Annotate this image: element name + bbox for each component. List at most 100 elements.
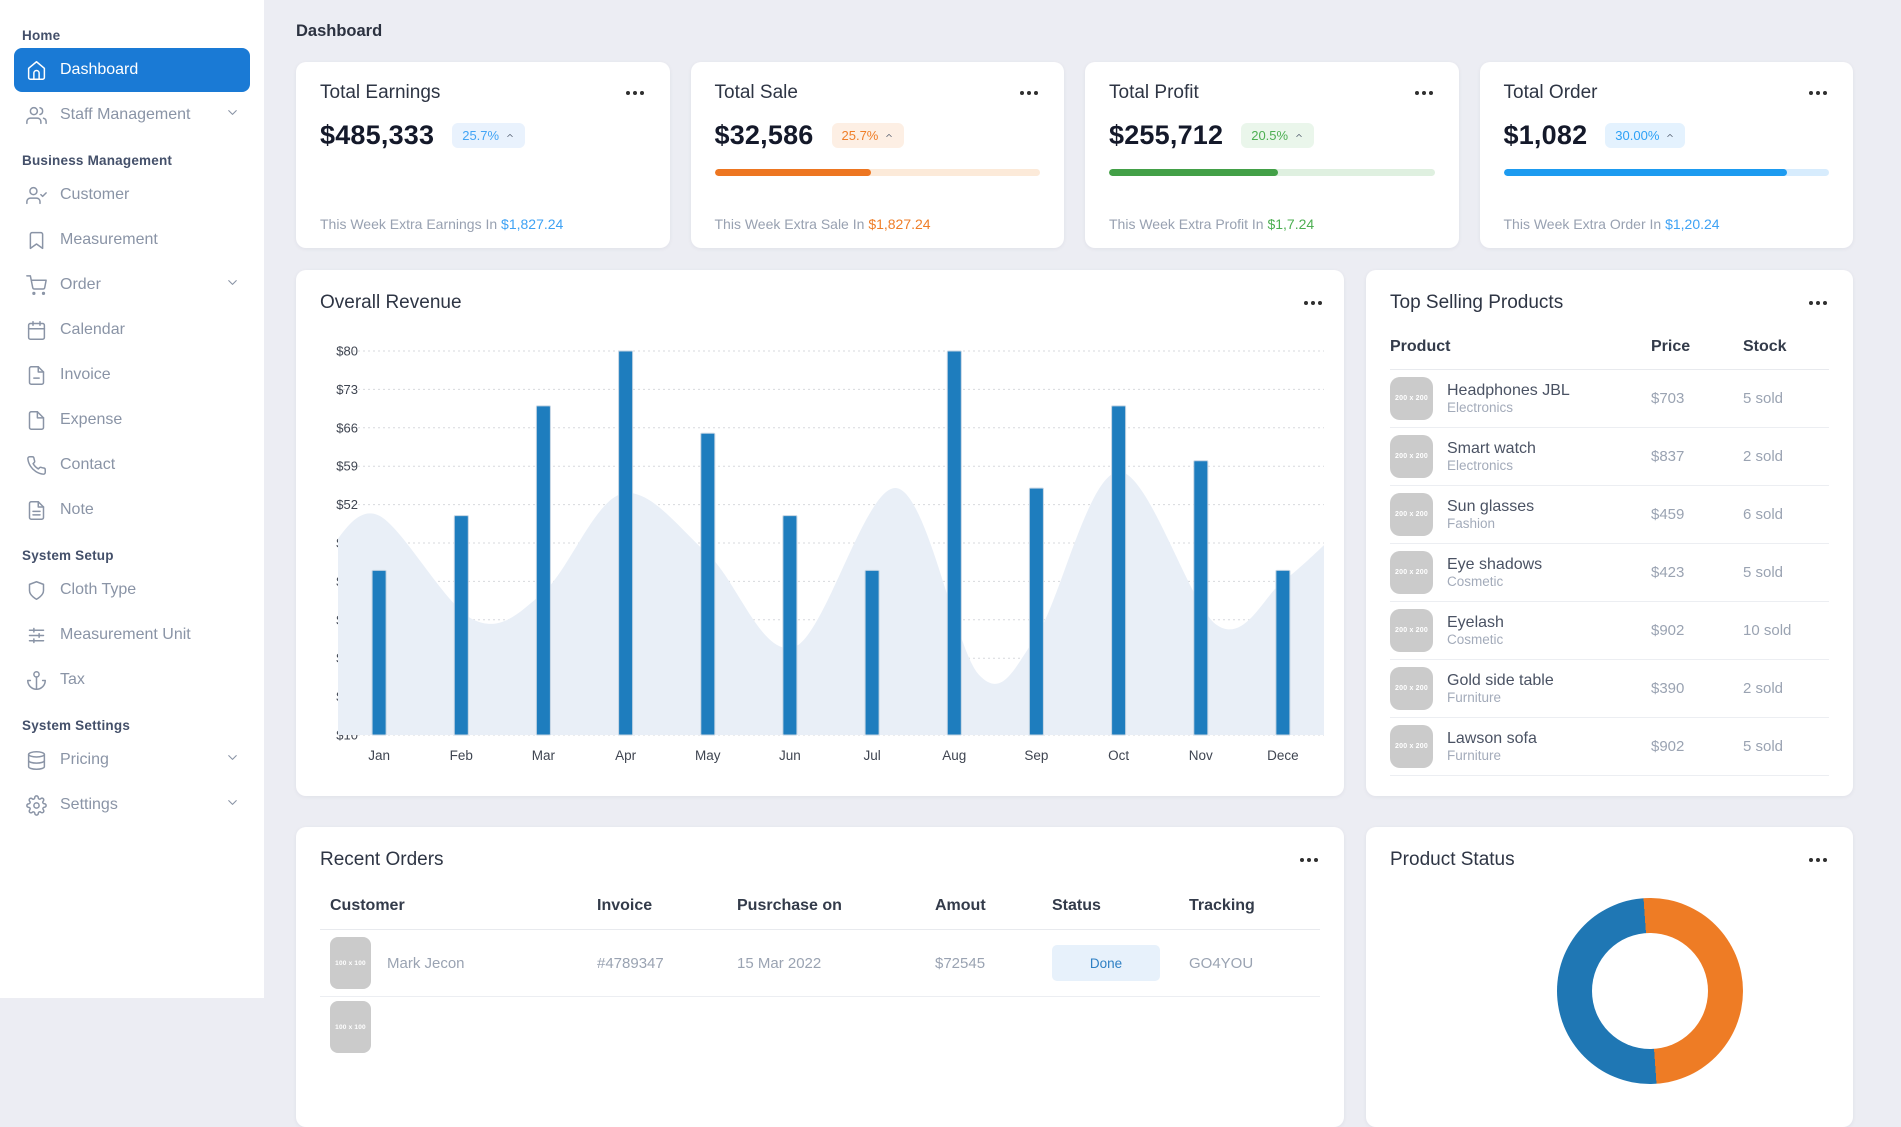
sidebar-item-label: Settings	[60, 796, 118, 813]
sidebar-item-expense[interactable]: Expense	[14, 398, 250, 442]
product-stock: 5 sold	[1743, 564, 1784, 581]
product-status-menu-icon[interactable]	[1807, 854, 1829, 866]
sidebar-item-staff-management[interactable]: Staff Management	[14, 93, 250, 137]
revenue-bar-may	[700, 432, 716, 736]
sidebar-item-measurement-unit[interactable]: Measurement Unit	[14, 613, 250, 657]
product-image-placeholder: 200 x 200	[1390, 377, 1433, 420]
users-icon	[26, 106, 47, 124]
stat-card-value: $485,333	[320, 120, 435, 150]
sidebar-item-cloth-type[interactable]: Cloth Type	[14, 568, 250, 612]
top-selling-products-card: Top Selling Products Product Price Stock…	[1366, 270, 1853, 796]
product-image-placeholder: 200 x 200	[1390, 493, 1433, 536]
sidebar-item-label: Invoice	[60, 366, 111, 383]
sidebar-item-settings[interactable]: Settings	[14, 783, 250, 827]
sidebar-item-invoice[interactable]: Invoice	[14, 353, 250, 397]
product-price: $902	[1651, 622, 1685, 639]
stat-card-progress-bar	[1503, 169, 1829, 176]
recent-orders-title: Recent Orders	[320, 849, 444, 870]
svg-text:Apr: Apr	[615, 748, 637, 763]
overall-revenue-menu-icon[interactable]	[1302, 297, 1324, 309]
page-title: Dashboard	[296, 22, 383, 40]
order-row-mark-jecon: 100 x 100 Mark Jecon #4789347 15 Mar 2022 $7…	[320, 930, 1320, 997]
col-customer: Customer	[330, 897, 405, 914]
product-price: $703	[1651, 390, 1685, 407]
product-price: $459	[1651, 506, 1685, 523]
stat-card-footer-amount: $1,20.24	[1665, 216, 1720, 232]
sidebar-item-order[interactable]: Order	[14, 263, 250, 307]
sidebar-item-dashboard[interactable]: Dashboard	[14, 48, 250, 92]
donut-hole	[1592, 933, 1708, 1049]
stat-card-menu-icon[interactable]	[624, 87, 646, 99]
product-category: Furniture	[1447, 690, 1502, 706]
svg-text:$59: $59	[336, 459, 358, 474]
chevron-up-icon	[886, 133, 893, 137]
stat-card-title: Total Earnings	[320, 82, 441, 103]
main-content: Dashboard Total Earnings $485,333 25.7% Thi…	[264, 0, 1901, 1127]
overall-revenue-title: Overall Revenue	[320, 292, 462, 313]
product-name: Sun glasses	[1447, 497, 1535, 515]
stat-card-menu-icon[interactable]	[1413, 87, 1435, 99]
product-price: $390	[1651, 680, 1685, 697]
revenue-bar-nov	[1193, 460, 1209, 736]
stat-card-menu-icon[interactable]	[1807, 87, 1829, 99]
order-customer: Mark Jecon	[387, 954, 465, 972]
home-icon	[27, 60, 46, 80]
product-status-donut	[1557, 898, 1743, 1084]
user-check-icon	[26, 186, 47, 204]
middle-row: Overall Revenue $80$73$66$59$52$45$38$31…	[296, 270, 1853, 796]
sidebar-item-contact[interactable]: Contact	[14, 443, 250, 487]
product-name: Lawson sofa	[1447, 729, 1537, 747]
sidebar-item-label: Measurement	[60, 231, 158, 248]
sidebar-item-note[interactable]: Note	[14, 488, 250, 532]
sidebar-item-customer[interactable]: Customer	[14, 173, 250, 217]
product-price: $423	[1651, 564, 1685, 581]
product-row-lawson-sofa: 200 x 200 Lawson sofa Furniture $902 5 sold	[1390, 718, 1829, 776]
stat-card-total-earnings: Total Earnings $485,333 25.7% This Week Ext…	[296, 62, 670, 248]
file-text-icon	[28, 500, 45, 520]
recent-orders-menu-icon[interactable]	[1298, 854, 1320, 866]
chevron-down-icon	[228, 800, 237, 805]
svg-text:Feb: Feb	[450, 748, 473, 763]
sidebar-section-label: System Settings	[22, 718, 131, 733]
orders-table-body: 100 x 100 Mark Jecon #4789347 15 Mar 2022 $7…	[320, 930, 1320, 1057]
col-invoice: Invoice	[597, 897, 653, 914]
recent-orders-card: Recent Orders Customer Invoice Pusrchase…	[296, 827, 1344, 1127]
sidebar-item-pricing[interactable]: Pricing	[14, 738, 250, 782]
stat-card-badge: 25.7%	[831, 123, 905, 148]
product-stock: 6 sold	[1743, 506, 1784, 523]
sidebar-item-label: Tax	[60, 671, 85, 688]
stat-card-progress-bar	[714, 169, 1040, 176]
product-row-smart-watch: 200 x 200 Smart watch Electronics $837 2 sol…	[1390, 428, 1829, 486]
svg-text:$80: $80	[336, 344, 358, 359]
stat-card-menu-icon[interactable]	[1018, 87, 1040, 99]
top-selling-menu-icon[interactable]	[1807, 297, 1829, 309]
products-table-body: 200 x 200 Headphones JBL Electronics $703 5 …	[1390, 370, 1829, 776]
svg-text:$52: $52	[336, 497, 358, 512]
product-price: $837	[1651, 448, 1685, 465]
product-stock: 2 sold	[1743, 448, 1784, 465]
sidebar-item-label: Calendar	[60, 321, 125, 338]
product-category: Fashion	[1447, 516, 1496, 532]
sidebar-item-label: Order	[60, 276, 101, 293]
sidebar-item-measurement[interactable]: Measurement	[14, 218, 250, 262]
product-name: Smart watch	[1447, 439, 1536, 457]
sidebar-item-tax[interactable]: Tax	[14, 658, 250, 702]
product-status-card: Product Status	[1366, 827, 1853, 1127]
file-icon	[28, 410, 45, 430]
top-selling-title: Top Selling Products	[1390, 292, 1564, 313]
svg-text:Dece: Dece	[1267, 748, 1299, 763]
chevron-down-icon	[228, 280, 237, 285]
sidebar-section-label: Home	[22, 28, 61, 43]
col-amount: Amout	[935, 897, 986, 914]
revenue-bar-jun	[782, 515, 798, 736]
stat-card-value: $255,712	[1109, 120, 1224, 150]
orders-table-header: Customer Invoice Pusrchase on Amout Stat…	[320, 897, 1320, 930]
chevron-up-icon	[1667, 133, 1674, 137]
phone-icon	[27, 455, 46, 475]
product-stock: 5 sold	[1743, 738, 1784, 755]
revenue-area-series	[338, 471, 1324, 735]
stat-card-title: Total Order	[1503, 82, 1598, 103]
svg-text:Jun: Jun	[779, 748, 801, 763]
chevron-down-icon	[228, 110, 237, 115]
sidebar-item-calendar[interactable]: Calendar	[14, 308, 250, 352]
